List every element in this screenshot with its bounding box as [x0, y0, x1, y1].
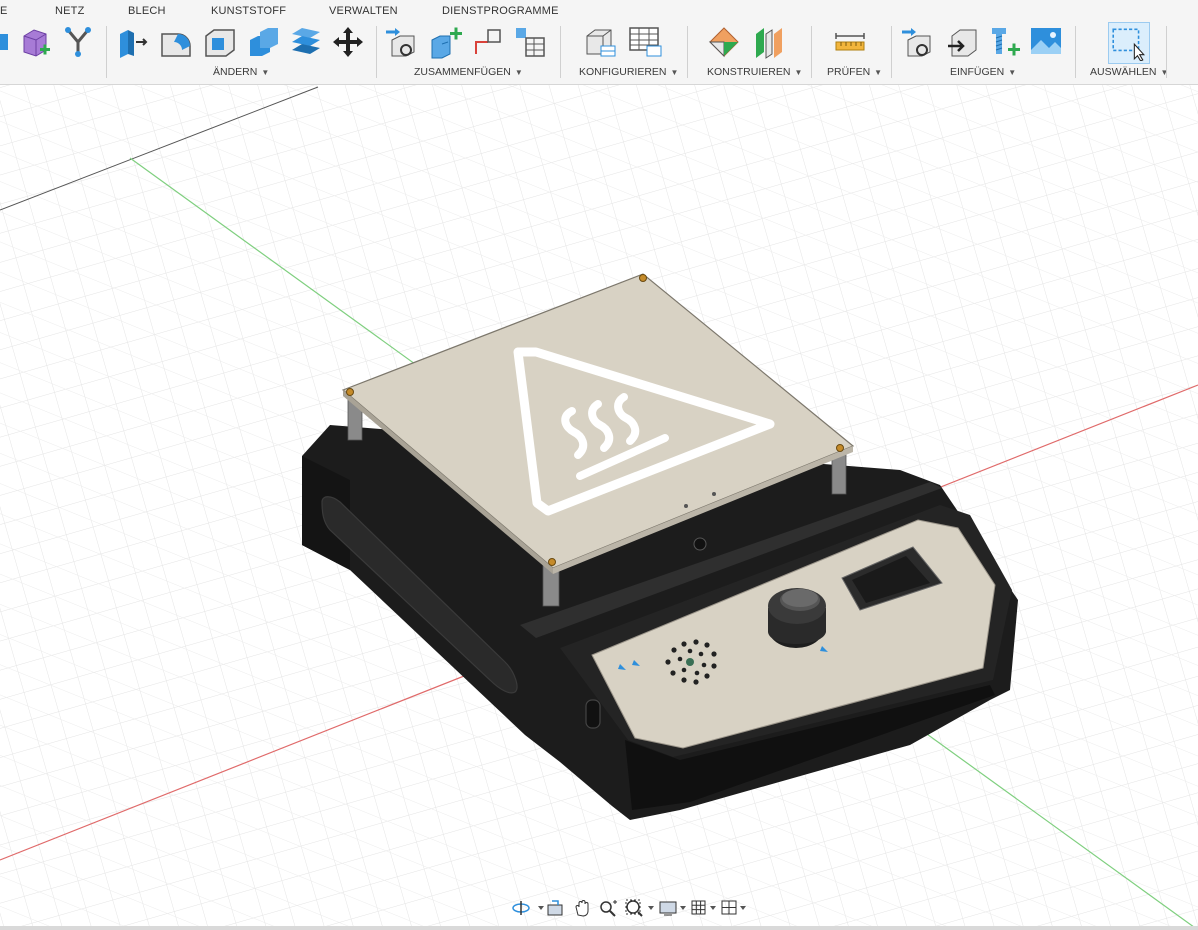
tab-verwalten[interactable]: VERWALTEN — [329, 5, 398, 17]
orbit-icon[interactable] — [511, 899, 545, 917]
toolbar: E NETZ BLECH KUNSTSTOFF VERWALTEN DIENST… — [0, 0, 1198, 85]
separator — [1166, 26, 1167, 78]
insert-mcmaster-icon[interactable] — [988, 24, 1024, 60]
navigation-bar — [508, 897, 750, 919]
tab-kunststoff[interactable]: KUNSTSTOFF — [211, 5, 286, 17]
measure-icon[interactable] — [832, 24, 868, 60]
separator — [891, 26, 892, 78]
group-label-select[interactable]: AUSWÄHLEN ▼ — [1090, 66, 1168, 78]
center-hole — [693, 537, 707, 551]
plane-icon[interactable] — [706, 24, 742, 60]
usb-port — [585, 699, 601, 729]
zoom-icon[interactable] — [598, 899, 620, 917]
canvas-icon[interactable] — [1029, 24, 1065, 60]
status-strip — [0, 926, 1198, 930]
rigid-group-icon[interactable] — [470, 24, 506, 60]
midplane-icon[interactable] — [750, 24, 786, 60]
group-label-construct[interactable]: KONSTRUIEREN ▼ — [707, 66, 802, 78]
tab-netz[interactable]: NETZ — [55, 5, 85, 17]
group-label-insert[interactable]: EINFÜGEN ▼ — [950, 66, 1016, 78]
separator — [376, 26, 377, 78]
canvas-scene — [0, 85, 1198, 930]
shell-icon[interactable] — [202, 24, 238, 60]
pipe-tool-icon[interactable] — [60, 24, 96, 60]
separator — [687, 26, 688, 78]
as-built-joint-icon[interactable] — [428, 24, 464, 60]
tab-cut-left[interactable]: E — [0, 5, 8, 17]
partial-tool-icon[interactable] — [0, 24, 20, 60]
3d-viewport[interactable] — [0, 85, 1198, 930]
configure-table-icon[interactable] — [627, 24, 663, 60]
configure-cube-icon[interactable] — [583, 24, 619, 60]
new-component-icon[interactable] — [18, 24, 54, 60]
viewports-icon[interactable] — [720, 899, 750, 917]
group-label-configure[interactable]: KONFIGURIEREN ▼ — [579, 66, 678, 78]
group-label-modify[interactable]: ÄNDERN ▼ — [213, 66, 269, 78]
separator — [106, 26, 107, 78]
display-settings-icon[interactable] — [658, 899, 690, 917]
tab-blech[interactable]: BLECH — [128, 5, 166, 17]
separator — [1075, 26, 1076, 78]
fit-icon[interactable] — [624, 899, 658, 917]
look-at-icon[interactable] — [546, 899, 566, 917]
pan-icon[interactable] — [572, 899, 592, 917]
grid-settings-icon[interactable] — [690, 899, 720, 917]
decal-icon[interactable] — [944, 24, 980, 60]
group-label-inspect[interactable]: PRÜFEN ▼ — [827, 66, 882, 78]
group-label-assemble[interactable]: ZUSAMMENFÜGEN ▼ — [414, 66, 523, 78]
component-table-icon[interactable] — [512, 24, 548, 60]
combine-icon[interactable] — [246, 24, 282, 60]
joint-icon[interactable] — [384, 24, 420, 60]
select-icon[interactable] — [1108, 22, 1150, 64]
move-icon[interactable] — [330, 24, 366, 60]
separator — [811, 26, 812, 78]
press-pull-icon[interactable] — [288, 24, 324, 60]
tab-dienstprogramme[interactable]: DIENSTPROGRAMME — [442, 5, 559, 17]
fillet-icon[interactable] — [158, 24, 194, 60]
insert-derive-icon[interactable] — [900, 24, 936, 60]
separator — [560, 26, 561, 78]
extrude-icon[interactable] — [114, 24, 150, 60]
